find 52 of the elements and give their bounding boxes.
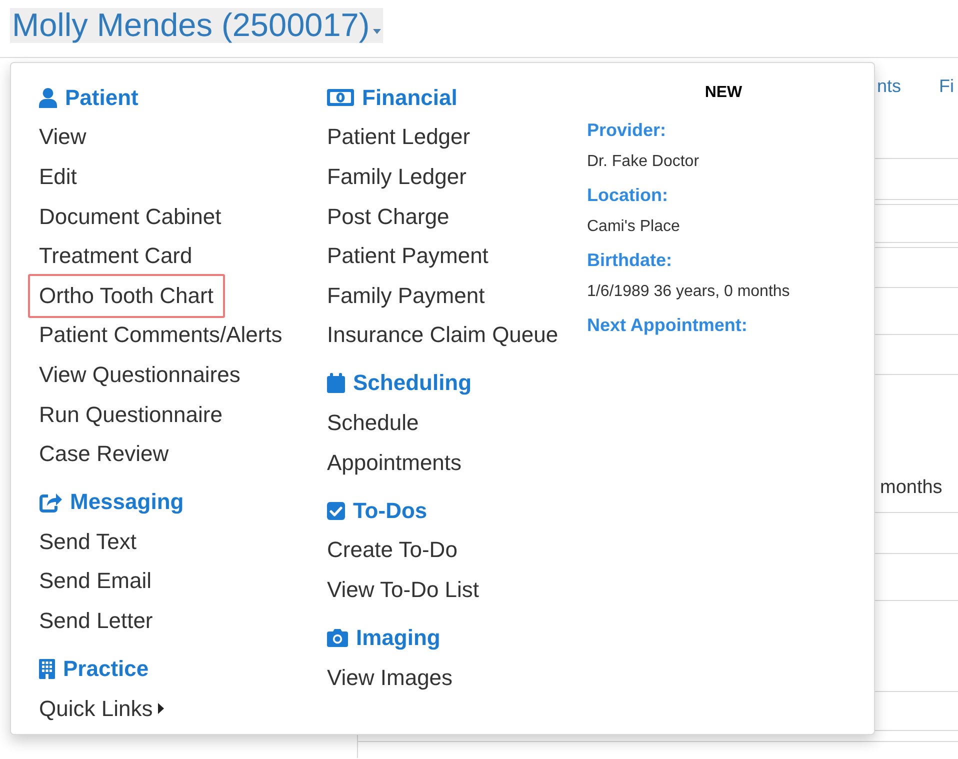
- calendar-icon: [327, 373, 345, 394]
- menu-item[interactable]: Schedule: [327, 403, 419, 443]
- tab[interactable]: nts: [877, 74, 902, 98]
- tab[interactable]: Fi: [939, 74, 954, 98]
- section-title: To-Dos: [353, 498, 428, 524]
- banknote-icon: [327, 89, 354, 106]
- menu-item[interactable]: View Questionnaires: [39, 355, 240, 395]
- menu-item[interactable]: Appointments: [327, 442, 462, 482]
- menu-item[interactable]: Patient Payment: [327, 236, 488, 276]
- field-label: Location:: [587, 184, 668, 206]
- caret-right-icon: [158, 703, 164, 714]
- section-title: Patient: [65, 84, 138, 111]
- menu-item[interactable]: Family Ledger: [327, 157, 466, 197]
- menu-item[interactable]: Post Charge: [327, 196, 450, 236]
- menu-item[interactable]: Document Cabinet: [39, 196, 222, 236]
- menu-item[interactable]: Create To-Do: [327, 530, 458, 570]
- section-title: Practice: [63, 656, 149, 682]
- menu-item[interactable]: Family Payment: [327, 276, 485, 316]
- menu-item[interactable]: Treatment Card: [39, 236, 192, 276]
- field-label: Birthdate:: [587, 248, 672, 272]
- menu-item[interactable]: Case Review: [39, 434, 169, 474]
- menu-item[interactable]: View Images: [327, 658, 453, 698]
- menu-item[interactable]: Patient Ledger: [327, 118, 470, 158]
- building-icon: [39, 659, 55, 680]
- caret-down-icon: [372, 29, 381, 34]
- menu-item[interactable]: Run Questionnaire: [39, 394, 222, 434]
- section-title: Imaging: [356, 625, 440, 652]
- section-title: Scheduling: [353, 370, 472, 396]
- menu-item[interactable]: Send Text: [39, 522, 136, 562]
- section-title: Messaging: [70, 489, 184, 516]
- section-title: Financial: [362, 84, 458, 111]
- field-label: Next Appointment:: [587, 314, 748, 337]
- patient-status: NEW: [704, 84, 742, 102]
- field-value: Dr. Fake Doctor: [587, 152, 700, 172]
- field-value: 1/6/1989 36 years, 0 months: [587, 282, 790, 302]
- patient-name-dropdown[interactable]: Molly Mendes (2500017): [10, 8, 383, 43]
- check-square-icon: [327, 502, 345, 520]
- menu-item[interactable]: View: [39, 118, 86, 158]
- menu-item[interactable]: View To-Do List: [327, 570, 480, 610]
- menu-item[interactable]: Patient Comments/Alerts: [39, 316, 282, 356]
- menu-item[interactable]: Ortho Tooth Chart: [28, 274, 226, 318]
- field-value: Cami's Place: [587, 217, 680, 237]
- share-icon: [39, 492, 62, 513]
- user-icon: [39, 88, 57, 108]
- table-text: months: [880, 477, 942, 498]
- camera-icon: [327, 629, 348, 648]
- menu-item[interactable]: Send Email: [39, 562, 152, 602]
- field-label: Provider:: [587, 118, 666, 142]
- menu-item[interactable]: Quick Links: [39, 688, 164, 729]
- menu-item[interactable]: Send Letter: [39, 601, 153, 641]
- menu-item[interactable]: Insurance Claim Queue: [327, 316, 558, 356]
- menu-item[interactable]: Edit: [39, 157, 77, 197]
